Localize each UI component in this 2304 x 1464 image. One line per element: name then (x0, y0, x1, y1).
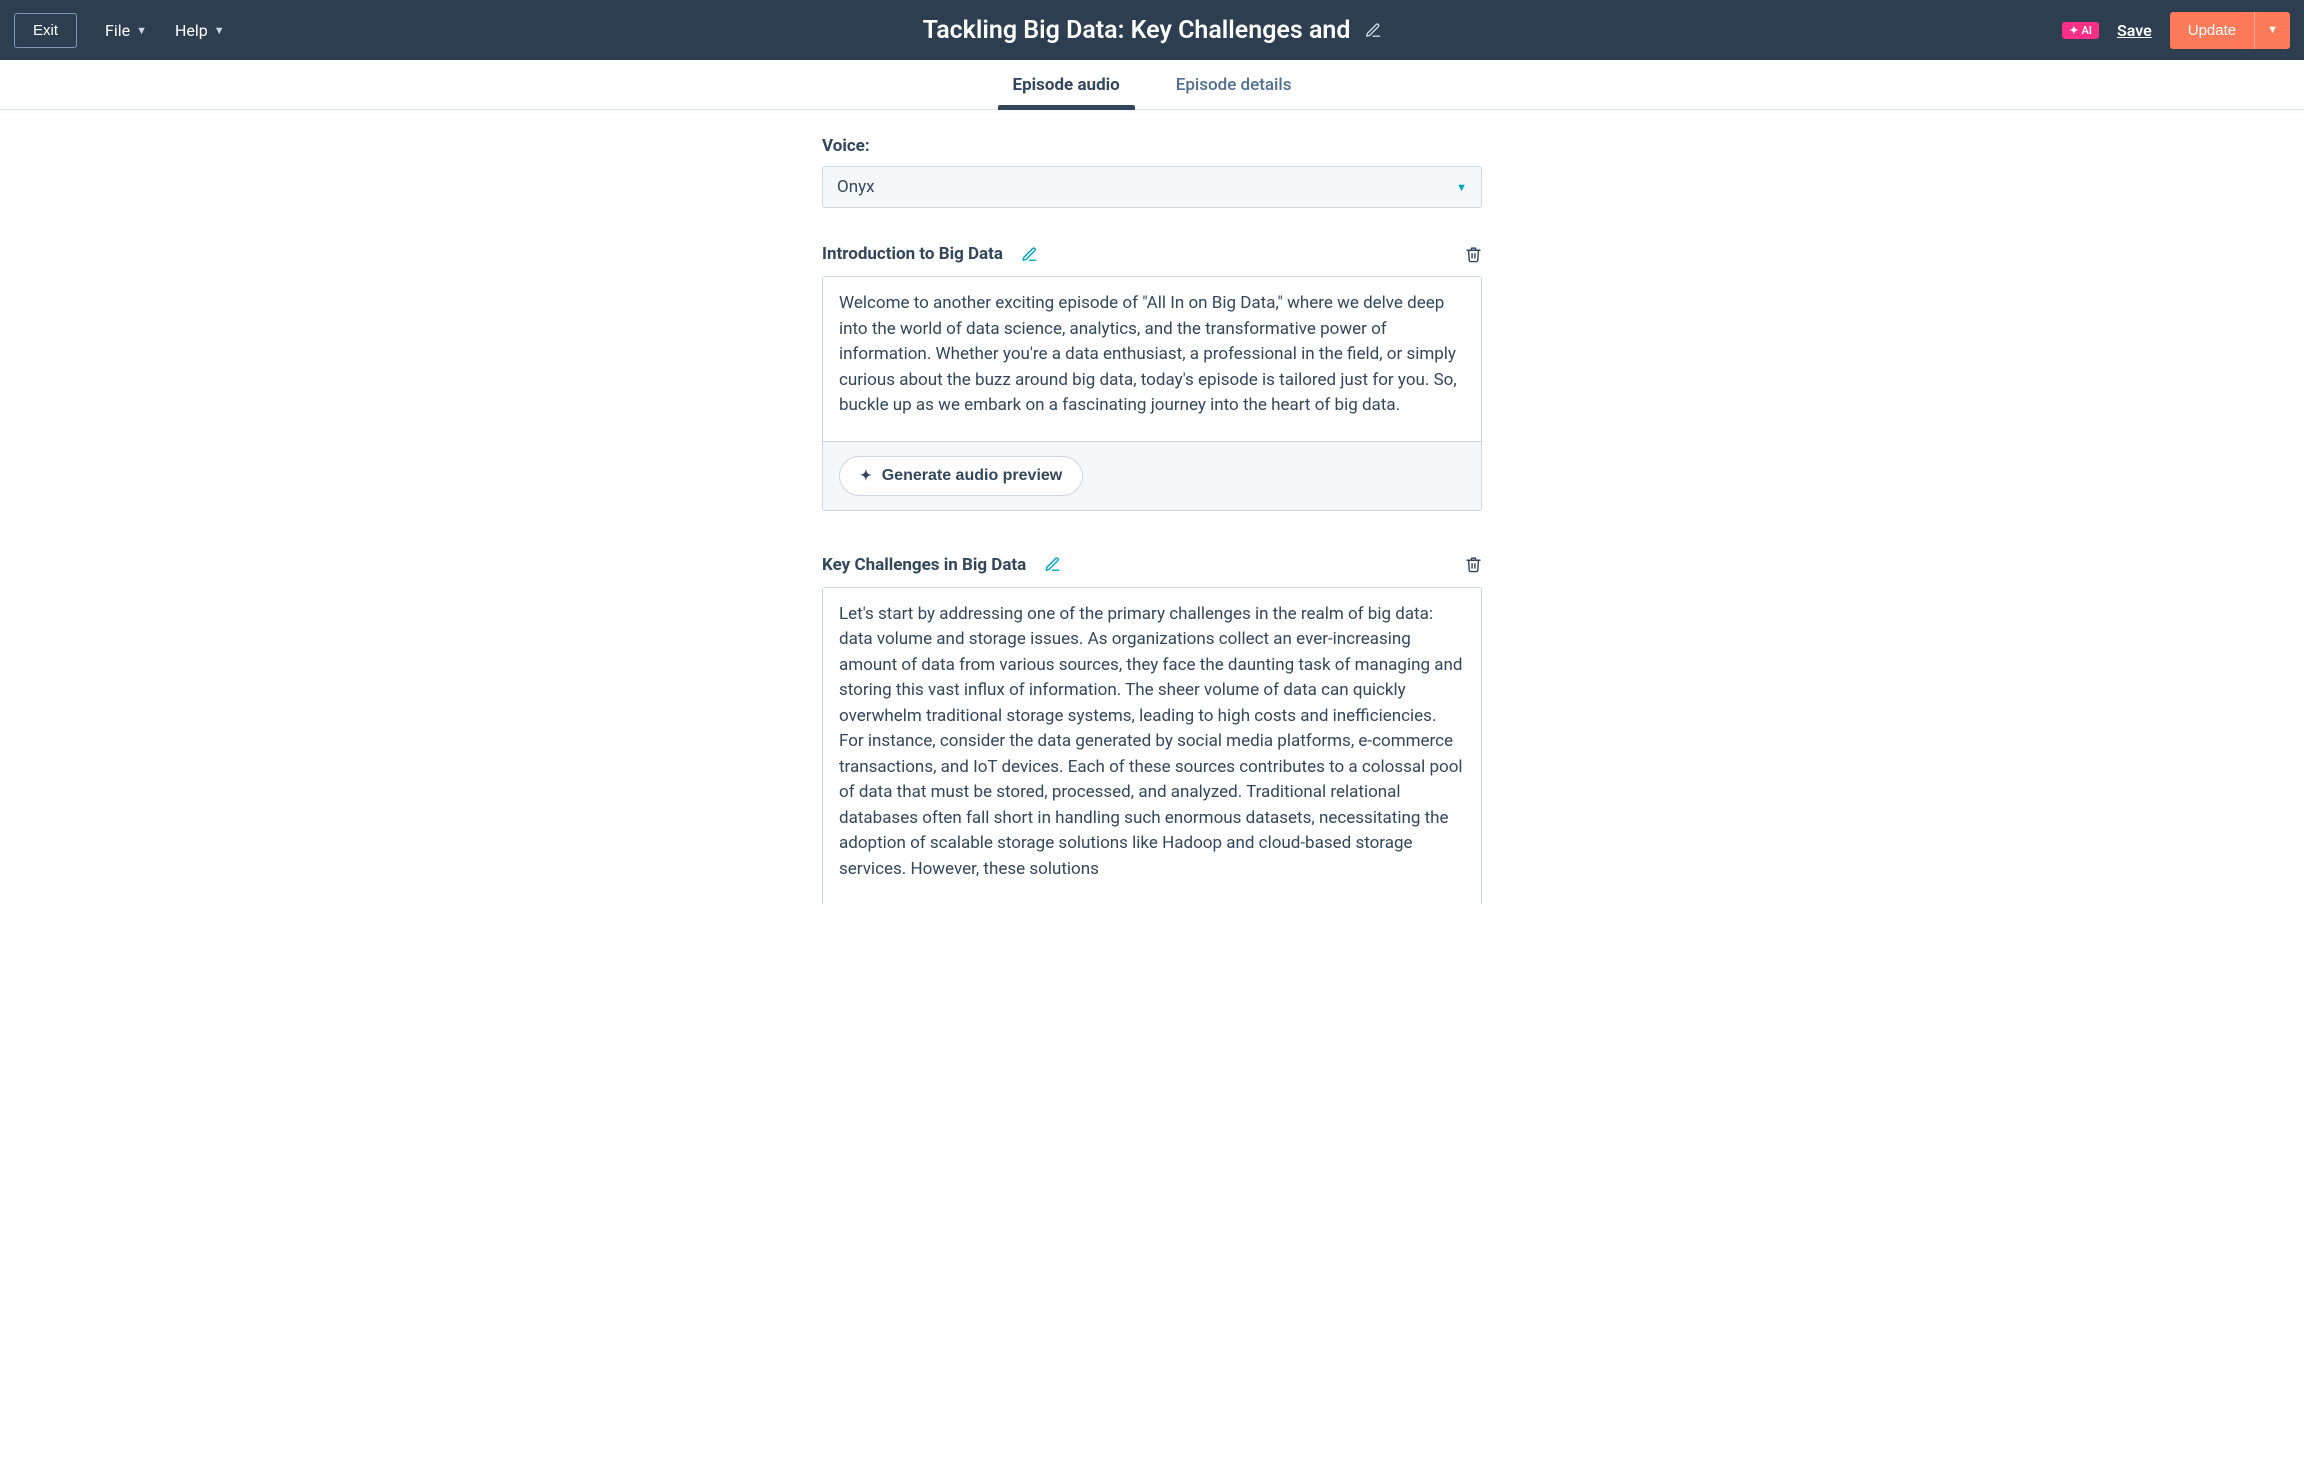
section-card: Let's start by addressing one of the pri… (822, 587, 1482, 905)
topbar-center: Tackling Big Data: Key Challenges and (923, 16, 1382, 45)
section-title-wrap: Key Challenges in Big Data (822, 555, 1061, 575)
caret-down-icon: ▼ (1456, 181, 1467, 194)
topbar-right: ✦ AI Save Update ▼ (2062, 12, 2290, 49)
section-header: Introduction to Big Data (822, 244, 1482, 264)
section-title-wrap: Introduction to Big Data (822, 244, 1038, 264)
ai-badge[interactable]: ✦ AI (2062, 22, 2099, 39)
tab-episode-details-label: Episode details (1176, 75, 1292, 95)
content: Voice: Onyx ▼ Introduction to Big Data W… (822, 110, 1482, 944)
exit-button[interactable]: Exit (14, 13, 77, 48)
ai-badge-label: AI (2081, 24, 2092, 37)
topbar: Exit File ▼ Help ▼ Tackling Big Data: Ke… (0, 0, 2304, 60)
update-button-group: Update ▼ (2170, 12, 2290, 49)
generate-audio-preview-label: Generate audio preview (882, 467, 1063, 485)
delete-section-icon[interactable] (1465, 556, 1482, 573)
edit-title-icon[interactable] (1364, 22, 1381, 39)
section-footer: ✦ Generate audio preview (823, 441, 1481, 510)
section-title: Key Challenges in Big Data (822, 555, 1026, 575)
section-title: Introduction to Big Data (822, 244, 1003, 264)
voice-label: Voice: (822, 136, 1482, 156)
tab-episode-audio[interactable]: Episode audio (1013, 60, 1120, 109)
menu-file-label: File (105, 21, 130, 40)
section-card: Welcome to another exciting episode of "… (822, 276, 1482, 511)
voice-select[interactable]: Onyx ▼ (822, 166, 1482, 208)
voice-select-value: Onyx (837, 177, 875, 197)
tab-episode-details[interactable]: Episode details (1176, 60, 1292, 109)
update-dropdown-button[interactable]: ▼ (2254, 12, 2290, 49)
sparkle-icon: ✦ (2069, 24, 2078, 37)
sparkle-icon: ✦ (860, 467, 872, 484)
tab-episode-audio-label: Episode audio (1013, 75, 1120, 95)
page-title: Tackling Big Data: Key Challenges and (923, 16, 1351, 45)
delete-section-icon[interactable] (1465, 246, 1482, 263)
edit-section-icon[interactable] (1044, 556, 1061, 573)
chevron-down-icon: ▼ (214, 24, 225, 37)
section-body[interactable]: Let's start by addressing one of the pri… (823, 588, 1481, 905)
edit-section-icon[interactable] (1021, 246, 1038, 263)
chevron-down-icon: ▼ (136, 24, 147, 37)
menu-file[interactable]: File ▼ (105, 21, 147, 40)
save-link[interactable]: Save (2117, 21, 2152, 40)
generate-audio-preview-button[interactable]: ✦ Generate audio preview (839, 456, 1083, 496)
section-body[interactable]: Welcome to another exciting episode of "… (823, 277, 1481, 441)
menu-help-label: Help (175, 21, 208, 40)
chevron-down-icon: ▼ (2267, 24, 2278, 36)
menu-help[interactable]: Help ▼ (175, 21, 225, 40)
tabs-bar: Episode audio Episode details (0, 60, 2304, 110)
update-button[interactable]: Update (2170, 12, 2254, 49)
section-header: Key Challenges in Big Data (822, 555, 1482, 575)
